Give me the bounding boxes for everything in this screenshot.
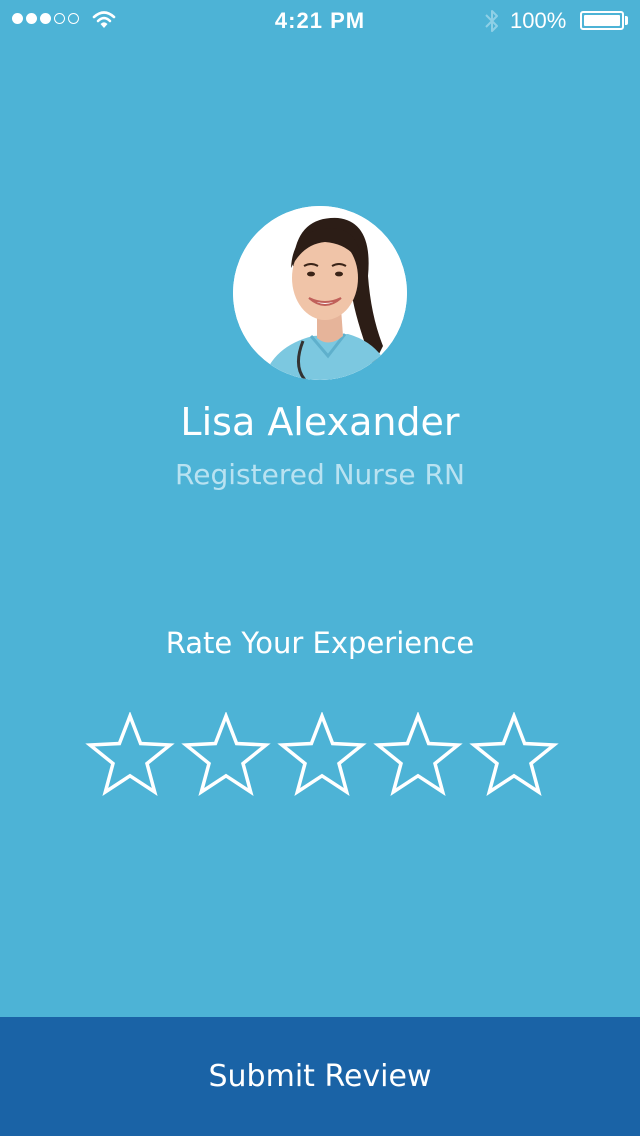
provider-title: Registered Nurse RN [175,458,465,491]
battery-icon [580,11,624,30]
nurse-portrait-image [233,206,407,380]
submit-review-label: Submit Review [208,1059,432,1094]
star-5-icon[interactable] [468,712,560,804]
submit-review-button[interactable]: Submit Review [0,1017,640,1136]
battery-percent: 100% [510,8,567,33]
star-3-icon[interactable] [276,712,368,804]
star-4-icon[interactable] [372,712,464,804]
star-1-icon[interactable] [84,712,176,804]
star-rating[interactable] [84,712,560,804]
provider-name: Lisa Alexander [180,400,460,444]
avatar [233,206,407,380]
rating-prompt: Rate Your Experience [165,626,475,660]
status-bar: 4:21 PM 100% [0,0,640,40]
star-2-icon[interactable] [180,712,272,804]
battery-tip [625,16,628,25]
bluetooth-icon [485,10,498,32]
battery-level [584,15,620,26]
